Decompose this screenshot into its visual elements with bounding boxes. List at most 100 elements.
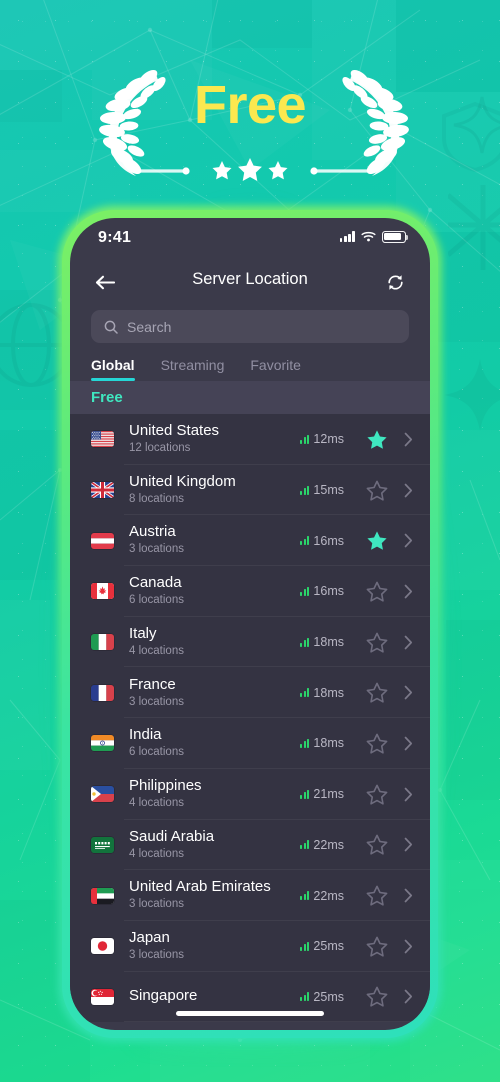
chevron-right-icon[interactable] xyxy=(402,584,414,599)
server-ping: 18ms xyxy=(300,635,344,649)
flag-at-icon xyxy=(91,532,114,549)
star-filled-icon xyxy=(367,430,387,449)
server-locations: 6 locations xyxy=(129,746,184,759)
favorite-toggle[interactable] xyxy=(366,429,388,450)
star-outline-icon xyxy=(366,936,388,957)
favorite-toggle[interactable] xyxy=(366,834,388,855)
tab-bar: Global Streaming Favorite xyxy=(91,357,430,381)
server-name-block: United States 12 locations xyxy=(129,422,300,457)
table-row[interactable]: United States 12 locations 12ms xyxy=(70,414,430,465)
star-outline-icon xyxy=(366,733,388,754)
table-row[interactable]: Saudi Arabia 4 locations 22ms xyxy=(70,820,430,871)
signal-bars-icon xyxy=(300,434,310,444)
server-ping: 16ms xyxy=(300,534,344,548)
status-bar-icons xyxy=(339,231,409,243)
server-locations: 3 locations xyxy=(129,898,184,911)
table-row[interactable]: Austria 3 locations 16ms xyxy=(70,515,430,566)
server-name-block: Austria 3 locations xyxy=(129,523,300,558)
server-name-block: Singapore xyxy=(129,987,300,1006)
server-locations: 6 locations xyxy=(129,594,184,607)
ping-value: 22ms xyxy=(313,837,344,852)
hero-stars-rating xyxy=(132,158,368,181)
server-name-block: Saudi Arabia 4 locations xyxy=(129,828,300,863)
favorite-toggle[interactable] xyxy=(366,682,388,703)
server-locations: 4 locations xyxy=(129,644,184,657)
server-locations: 4 locations xyxy=(129,796,184,809)
chevron-right-icon[interactable] xyxy=(402,533,414,548)
star-outline-icon xyxy=(366,480,388,501)
chevron-right-icon[interactable] xyxy=(402,736,414,751)
server-ping: 18ms xyxy=(300,686,344,700)
chevron-right-icon[interactable] xyxy=(402,432,414,447)
table-row[interactable]: United Arab Emirates 3 locations 22ms xyxy=(70,870,430,921)
phone-frame: 9:41 Server Location Search Global Strea… xyxy=(62,210,438,1038)
server-ping: 22ms xyxy=(300,838,344,852)
chevron-right-icon[interactable] xyxy=(402,989,414,1004)
ping-value: 16ms xyxy=(313,584,344,599)
ping-value: 16ms xyxy=(313,533,344,548)
favorite-toggle[interactable] xyxy=(366,480,388,501)
server-country: Italy xyxy=(129,624,157,642)
flag-in-icon xyxy=(91,735,114,752)
phone-screen: 9:41 Server Location Search Global Strea… xyxy=(70,218,430,1030)
table-row[interactable]: Canada 6 locations 16ms xyxy=(70,566,430,617)
tab-favorite[interactable]: Favorite xyxy=(250,357,301,381)
page-title: Server Location xyxy=(192,270,308,288)
favorite-toggle[interactable] xyxy=(366,885,388,906)
table-row[interactable]: France 3 locations 18ms xyxy=(70,667,430,718)
signal-bars-icon xyxy=(300,789,310,799)
signal-bars-icon xyxy=(300,536,310,546)
home-indicator xyxy=(176,1011,324,1016)
server-ping: 21ms xyxy=(300,787,344,801)
server-ping: 12ms xyxy=(300,432,344,446)
chevron-right-icon[interactable] xyxy=(402,787,414,802)
ping-value: 15ms xyxy=(313,483,344,498)
server-locations: 3 locations xyxy=(129,695,184,708)
star-filled-icon xyxy=(367,531,387,550)
ping-value: 18ms xyxy=(313,736,344,751)
status-bar-time: 9:41 xyxy=(98,229,132,246)
flag-watermark-icon xyxy=(448,185,500,270)
favorite-toggle[interactable] xyxy=(366,986,388,1007)
favorite-toggle[interactable] xyxy=(366,530,388,551)
favorite-toggle[interactable] xyxy=(366,581,388,602)
search-bar[interactable]: Search xyxy=(91,310,409,343)
ping-value: 25ms xyxy=(313,989,344,1004)
refresh-button[interactable] xyxy=(380,268,410,296)
server-country: Canada xyxy=(129,574,182,592)
section-header-free: Free xyxy=(70,381,430,414)
search-input[interactable]: Search xyxy=(127,319,171,335)
star-outline-icon xyxy=(366,885,388,906)
server-ping: 16ms xyxy=(300,584,344,598)
table-row[interactable]: United Kingdom 8 locations 15ms xyxy=(70,465,430,516)
chevron-right-icon[interactable] xyxy=(402,483,414,498)
search-icon xyxy=(104,320,118,334)
tab-streaming[interactable]: Streaming xyxy=(161,357,225,381)
signal-bars-icon xyxy=(300,688,310,698)
favorite-toggle[interactable] xyxy=(366,733,388,754)
chevron-right-icon[interactable] xyxy=(402,939,414,954)
status-bar: 9:41 xyxy=(70,218,430,262)
server-ping: 22ms xyxy=(300,889,344,903)
favorite-toggle[interactable] xyxy=(366,632,388,653)
server-ping: 18ms xyxy=(300,736,344,750)
table-row[interactable]: Japan 3 locations 25ms xyxy=(70,921,430,972)
table-row[interactable]: Italy 4 locations 18ms xyxy=(70,617,430,668)
refresh-icon xyxy=(387,274,403,290)
flag-ph-icon xyxy=(91,786,114,803)
favorite-toggle[interactable] xyxy=(366,784,388,805)
chevron-right-icon[interactable] xyxy=(402,888,414,903)
chevron-right-icon[interactable] xyxy=(402,635,414,650)
sparkle-watermark-icon xyxy=(444,359,500,431)
flag-sg-icon xyxy=(91,988,114,1005)
chevron-right-icon[interactable] xyxy=(402,685,414,700)
ping-value: 22ms xyxy=(313,888,344,903)
favorite-toggle[interactable] xyxy=(366,936,388,957)
table-row[interactable]: Philippines 4 locations 21ms xyxy=(70,769,430,820)
signal-bars-icon xyxy=(300,941,310,951)
chevron-right-icon[interactable] xyxy=(402,837,414,852)
nav-bar: Server Location xyxy=(70,262,430,304)
star-outline-icon xyxy=(366,632,388,653)
tab-global[interactable]: Global xyxy=(91,357,135,381)
table-row[interactable]: India 6 locations 18ms xyxy=(70,718,430,769)
